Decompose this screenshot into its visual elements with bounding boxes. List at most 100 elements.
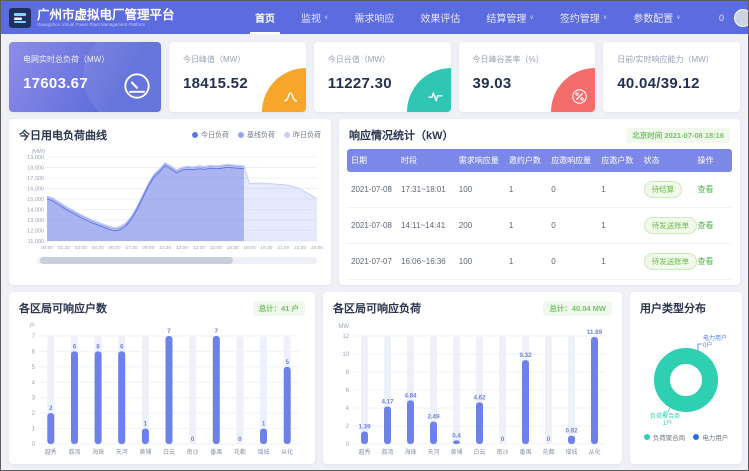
load-curve-card: 今日用电负荷曲线 今日负荷基线负荷昨日负荷 11,00012,00013,000… [9,119,331,285]
view-link[interactable]: 查看 [697,185,713,194]
legend-label: 电力用户 [702,432,728,442]
donut-label-power-user: 电力用户 [703,334,727,342]
nav-item-4[interactable]: 效果评估 [407,1,473,34]
legend-item[interactable]: 基线负荷 [238,130,275,140]
district-users-title: 各区局可响应户数 [19,300,107,316]
svg-text:南沙: 南沙 [496,448,508,456]
donut-label-power-user-count: 0户 [703,341,712,349]
svg-text:5: 5 [32,365,36,371]
kpi-card-today-peak: 今日峰值（MW） 18415.52 [169,42,306,112]
svg-text:15:00: 15:00 [210,245,222,251]
svg-text:(MW): (MW) [32,149,46,155]
nav-item-3[interactable]: 需求响应 [341,1,407,34]
notification-count[interactable]: 0 [719,13,724,23]
svg-text:从化: 从化 [588,448,600,456]
nav-item-5[interactable]: 结算管理∨ [473,1,546,34]
svg-text:白云: 白云 [163,448,175,456]
table-cell: 0 [547,280,597,286]
column-header: 邀约户数 [505,149,547,172]
response-stats-title: 响应情况统计（kW） [349,127,454,143]
table-cell: 查看 [693,172,732,208]
status-badge: 待发送账单 [644,253,698,270]
response-stats-card: 响应情况统计（kW） 北京时间 2021-07-08 18:16 日期时段需求响… [339,119,740,285]
svg-text:户: 户 [29,322,35,330]
svg-text:番禺: 番禺 [210,449,222,456]
nav-item-1[interactable]: 首页 [242,1,288,34]
user-type-donut-chart: 电力用户 0户 负荷聚合商 1户 [638,320,734,432]
svg-text:5: 5 [285,359,289,366]
legend-item-aggregator[interactable]: 负荷聚合商 [644,432,686,442]
svg-text:9.32: 9.32 [519,352,532,359]
table-cell: 200 [455,208,505,244]
svg-text:海珠: 海珠 [92,448,104,456]
svg-text:2: 2 [346,424,350,430]
header-right: 0 [719,9,738,27]
svg-text:0: 0 [32,442,36,448]
svg-text:天河: 天河 [116,448,128,456]
view-link[interactable]: 查看 [697,257,713,266]
svg-text:1: 1 [262,421,266,428]
svg-text:0: 0 [191,436,195,443]
svg-text:16,000: 16,000 [27,187,44,193]
chart-scrollbar[interactable] [37,257,317,264]
avatar[interactable] [734,9,748,27]
user-type-legend: 负荷聚合商 电力用户 [638,432,734,442]
svg-text:06:00: 06:00 [108,245,120,251]
svg-text:白云: 白云 [473,448,485,456]
column-header: 操作 [693,149,732,172]
legend-dot [284,132,290,138]
svg-text:花都: 花都 [234,448,246,456]
table-cell: 100 [455,172,505,208]
svg-text:4: 4 [346,406,350,412]
legend-label: 负荷聚合商 [653,432,686,442]
load-curve-title: 今日用电负荷曲线 [19,127,107,143]
nav-item-7[interactable]: 参数配置∨ [620,1,693,34]
kpi-card-today-valley: 今日谷值（MW） 11227.30 [314,42,451,112]
svg-text:21:00: 21:00 [277,245,289,251]
svg-text:16:30: 16:30 [227,245,239,251]
svg-text:4.84: 4.84 [404,392,417,399]
table-cell: 查看 [693,244,732,280]
svg-text:18:00: 18:00 [243,245,255,251]
kpi-label: 今日谷值（MW） [328,54,439,65]
nav-item-6[interactable]: 签约管理∨ [547,1,620,34]
svg-text:黄埔: 黄埔 [450,448,462,456]
svg-text:13:30: 13:30 [193,245,205,251]
district-load-card: 各区局可响应负荷 总计：40.04 MW 024681012MW1.39越秀4.… [323,292,622,464]
svg-text:7: 7 [32,334,36,340]
table-cell: 1 [597,208,639,244]
svg-text:24:00: 24:00 [311,245,323,251]
svg-text:19,000: 19,000 [27,155,44,161]
donut-label-aggregator: 负荷聚合商 [650,412,680,420]
table-cell: 17:31~18:01 [397,172,455,208]
scrollbar-handle[interactable] [40,257,233,264]
kpi-label: 日前/实时响应能力（MW） [617,54,728,65]
column-header: 应邀户数 [597,149,639,172]
nav-item-2[interactable]: 监视∨ [288,1,341,34]
svg-text:2: 2 [32,411,36,417]
svg-text:01:30: 01:30 [58,245,70,251]
svg-text:17,000: 17,000 [27,176,44,182]
svg-text:03:00: 03:00 [75,245,87,251]
svg-text:3: 3 [32,396,36,402]
table-cell: 查看 [693,280,732,286]
legend-dot-teal [644,434,650,440]
legend-item[interactable]: 昨日负荷 [284,130,321,140]
legend-item-power-user[interactable]: 电力用户 [693,432,728,442]
legend-item[interactable]: 今日负荷 [192,130,229,140]
dashboard-main: 电网实时总负荷（MW） 17603.67 今日峰值（MW） 18415.52 [1,34,748,471]
table-cell: 待发送账单 [640,208,694,244]
kpi-label: 今日峰谷差率（%） [473,54,584,65]
brand: 广州市虚拟电厂管理平台 Guangzhou Virtual Power Plan… [9,8,224,28]
status-badge: 待结算 [644,181,683,198]
svg-text:11,000: 11,000 [28,239,44,245]
view-link[interactable]: 查看 [697,221,713,230]
table-cell: 2021-07-08 [347,172,397,208]
svg-text:12:00: 12:00 [176,245,188,251]
status-badge: 待发送账单 [644,217,698,234]
svg-text:8: 8 [346,370,350,376]
table-row: 2021-07-0716:06~16:36100101待发送账单查看 [347,244,732,280]
svg-text:越秀: 越秀 [45,448,57,456]
column-header: 需求响应量 [455,149,505,172]
table-cell: 200 [455,280,505,286]
